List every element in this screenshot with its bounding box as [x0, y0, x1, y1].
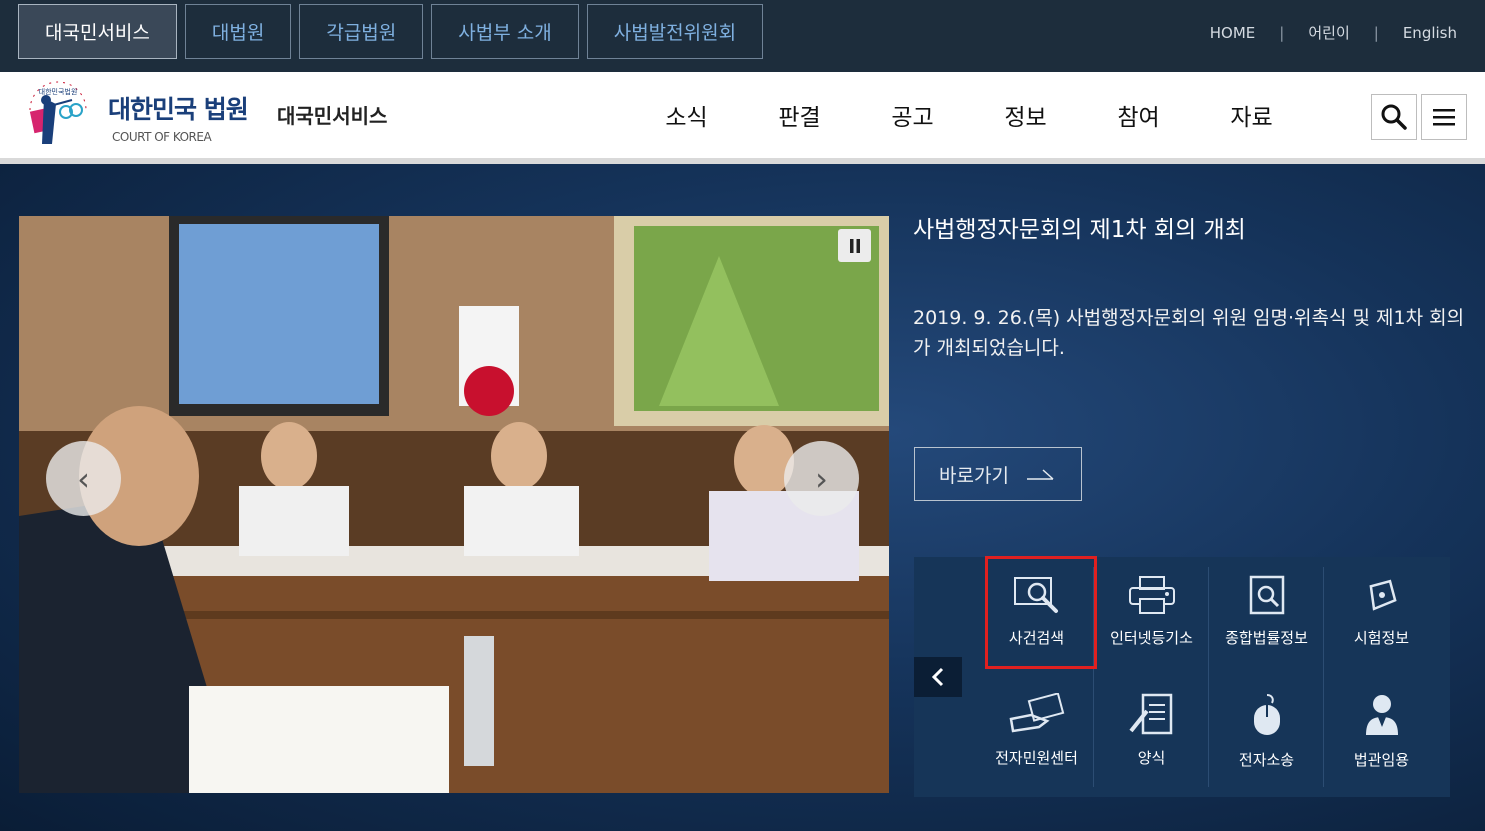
quick-label: 종합법률정보	[1225, 629, 1308, 647]
pause-icon	[849, 238, 860, 253]
home-link[interactable]: HOME	[1210, 24, 1256, 42]
quick-judge-appointment[interactable]: 법관임용	[1324, 675, 1439, 793]
quick-exam-info[interactable]: 시험정보	[1324, 557, 1439, 675]
quick-label: 시험정보	[1353, 629, 1410, 647]
service-title[interactable]: 대국민서비스	[277, 100, 387, 129]
chevron-right-icon: ›	[815, 459, 828, 498]
main-nav: 소식 판결 공고 정보 참여 자료	[630, 98, 1308, 132]
quick-label: 전자민원센터	[995, 749, 1078, 767]
nav-participation[interactable]: 참여	[1082, 98, 1195, 132]
case-search-icon	[1013, 577, 1058, 613]
arrow-right-icon	[1026, 469, 1054, 480]
site-tabs: 대국민서비스 대법원 각급법원 사법부 소개 사법발전위원회	[18, 4, 764, 59]
nav-news[interactable]: 소식	[630, 98, 743, 132]
quick-label: 사건검색	[1008, 629, 1065, 647]
brand-english: COURT OF KOREA	[112, 130, 212, 144]
chevron-left-icon	[931, 667, 944, 687]
hamburger-menu-icon	[1433, 109, 1455, 126]
separator: |	[1279, 23, 1285, 42]
meeting-photo	[19, 216, 889, 793]
site-header: 대한민국법원 대한민국 법원 COURT OF KOREA 대국민서비스 소식 …	[0, 72, 1485, 158]
top-bar: 대국민서비스 대법원 각급법원 사법부 소개 사법발전위원회 HOME | 어린…	[0, 0, 1485, 72]
goto-label: 바로가기	[939, 464, 1009, 487]
utility-links: HOME | 어린이 | English	[1210, 22, 1457, 43]
kids-link[interactable]: 어린이	[1308, 22, 1349, 43]
nav-resources[interactable]: 자료	[1195, 98, 1308, 132]
nav-information[interactable]: 정보	[969, 98, 1082, 132]
slide-prev-button[interactable]: ‹	[46, 441, 121, 516]
nav-notices[interactable]: 공고	[856, 98, 969, 132]
slide-next-button[interactable]: ›	[784, 441, 859, 516]
form-document-icon	[1128, 693, 1172, 735]
separator: |	[1373, 23, 1379, 42]
quick-e-litigation[interactable]: 전자소송	[1209, 675, 1324, 793]
nav-judgments[interactable]: 판결	[743, 98, 856, 132]
slide-title: 사법행정자문회의 제1차 회의 개최	[913, 217, 1246, 243]
slide-description: 2019. 9. 26.(목) 사법행정자문회의 위원 임명·위촉식 및 제1차…	[913, 307, 1465, 359]
quick-label: 전자소송	[1238, 751, 1295, 769]
pause-button[interactable]	[838, 229, 871, 262]
tab-judiciary-intro[interactable]: 사법부 소개	[431, 4, 579, 59]
quick-label: 법관임용	[1353, 751, 1410, 769]
tab-supreme-court[interactable]: 대법원	[184, 4, 292, 59]
quick-label: 인터넷등기소	[1110, 629, 1193, 647]
hand-envelope-icon	[1009, 693, 1064, 733]
tab-judicial-development-committee[interactable]: 사법발전위원회	[586, 4, 764, 59]
brand-name[interactable]: 대한민국 법원	[108, 90, 249, 126]
logo-arc-text: 대한민국법원	[39, 87, 78, 96]
judge-person-icon	[1365, 695, 1398, 735]
legal-info-search-icon	[1249, 575, 1284, 615]
chevron-left-icon: ‹	[77, 459, 90, 498]
slide-photo[interactable]	[19, 216, 889, 793]
printer-icon	[1128, 576, 1175, 614]
quick-e-civil-center[interactable]: 전자민원센터	[979, 675, 1094, 793]
quick-internet-registry[interactable]: 인터넷등기소	[1094, 557, 1209, 675]
tab-public-service[interactable]: 대국민서비스	[18, 4, 177, 59]
menu-button[interactable]	[1421, 94, 1467, 140]
court-logo[interactable]: 대한민국법원	[22, 80, 94, 150]
quick-menu-prev-button[interactable]	[914, 657, 962, 697]
search-icon	[1381, 104, 1407, 130]
english-link[interactable]: English	[1403, 24, 1457, 42]
goto-button[interactable]: 바로가기	[914, 447, 1082, 501]
tab-all-courts[interactable]: 각급법원	[299, 4, 424, 59]
quick-legal-info[interactable]: 종합법률정보	[1209, 557, 1324, 675]
quick-forms[interactable]: 양식	[1094, 675, 1209, 793]
quick-case-search[interactable]: 사건검색	[979, 557, 1094, 675]
mouse-icon	[1253, 694, 1280, 735]
pen-nib-icon	[1368, 579, 1397, 611]
quick-label: 양식	[1137, 749, 1166, 767]
search-button[interactable]	[1371, 94, 1417, 140]
